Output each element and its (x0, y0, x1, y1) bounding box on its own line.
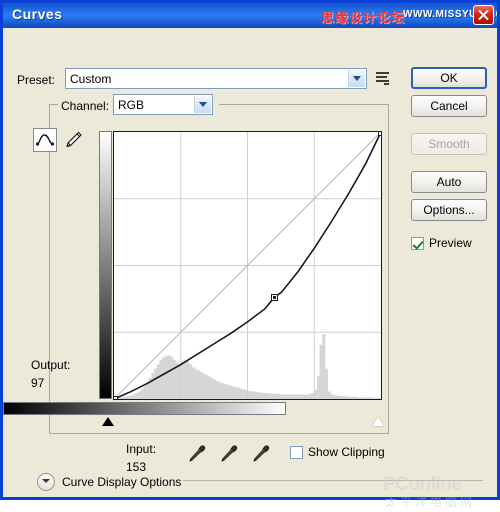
curve-plot-area[interactable] (113, 131, 382, 400)
dialog-body: Preset: Custom Channel: RGB Output: 97 I… (3, 28, 497, 509)
show-clipping-checkbox[interactable]: Show Clipping (290, 445, 385, 459)
channel-dropdown[interactable]: RGB (113, 94, 213, 115)
curve-display-options-toggle[interactable]: Curve Display Options (37, 473, 181, 491)
curve-point-selected[interactable] (270, 293, 278, 301)
input-value: 153 (126, 460, 147, 474)
smooth-button: Smooth (411, 133, 487, 155)
black-point-slider[interactable] (102, 417, 114, 426)
curve-display-options-label: Curve Display Options (62, 475, 182, 489)
eyedropper-white-point-icon[interactable] (250, 443, 272, 465)
curve-point-selected-fill (272, 295, 276, 299)
title-bar: Curves 思缘设计论坛 WWW.MISSYUAN.COM (3, 3, 497, 28)
output-label: Output: (31, 358, 71, 372)
preset-menu-icon[interactable] (376, 70, 392, 86)
preview-checkbox[interactable]: Preview (411, 236, 472, 250)
preview-label: Preview (429, 236, 472, 250)
input-gradient-strip (3, 402, 286, 415)
curve-plot-svg (114, 132, 381, 399)
curve-display-options-rule (183, 480, 483, 481)
ok-button[interactable]: OK (411, 67, 487, 89)
white-point-slider[interactable] (372, 417, 384, 426)
chevron-down-icon (194, 96, 211, 113)
show-clipping-label: Show Clipping (308, 445, 385, 459)
watermark-pconline-brand: PConline (383, 474, 462, 495)
curve-graph[interactable] (99, 131, 382, 400)
output-gradient-strip (99, 131, 112, 399)
chevron-down-icon (348, 70, 365, 87)
watermark-forum-text: 思缘设计论坛 (321, 10, 406, 25)
chevron-down-icon (37, 473, 55, 491)
preset-dropdown[interactable]: Custom (65, 68, 367, 89)
channel-value: RGB (118, 98, 145, 112)
options-button[interactable]: Options... (411, 199, 487, 221)
show-clipping-checkbox-box (290, 445, 303, 459)
curves-dialog: Curves 思缘设计论坛 WWW.MISSYUAN.COM Preset: C… (0, 0, 500, 509)
window-title: Curves (12, 6, 63, 22)
eyedropper-gray-point-icon[interactable] (218, 443, 240, 465)
watermark-pconline-cn: 太平洋电脑网 (385, 495, 476, 509)
watermark-pconline: PConline 太平洋电脑网 (381, 464, 497, 512)
input-label: Input: (126, 442, 157, 456)
curve-point-endpoint[interactable] (114, 395, 118, 399)
preset-label: Preset: (17, 73, 56, 87)
channel-label: Channel: (61, 99, 110, 113)
close-icon[interactable] (473, 5, 494, 25)
curve-point-endpoint[interactable] (377, 132, 381, 136)
preset-value: Custom (70, 72, 112, 86)
auto-button[interactable]: Auto (411, 171, 487, 193)
pencil-tool-icon[interactable] (61, 128, 85, 152)
output-value: 97 (31, 376, 45, 390)
eyedropper-black-point-icon[interactable] (186, 443, 208, 465)
preview-checkbox-box (411, 236, 424, 250)
cancel-button[interactable]: Cancel (411, 95, 487, 117)
curve-point-tool-icon[interactable] (33, 128, 57, 152)
